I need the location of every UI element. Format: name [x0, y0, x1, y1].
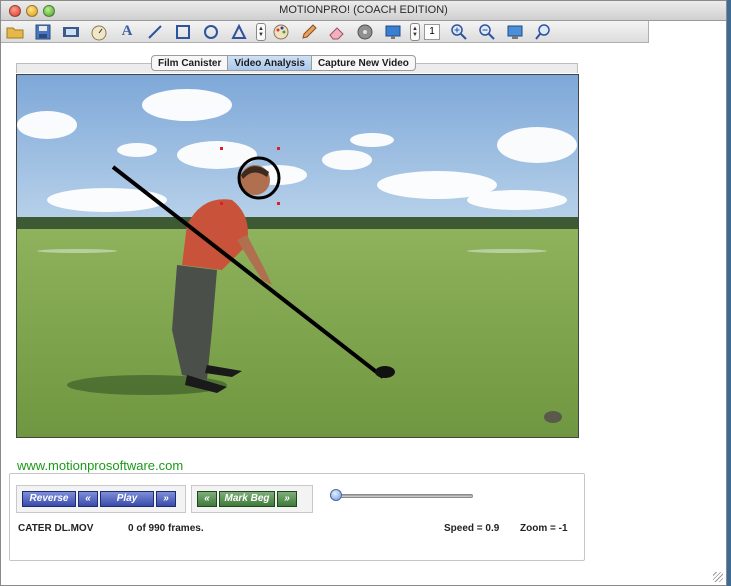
- video-frame[interactable]: [16, 74, 579, 438]
- screen-capture-icon[interactable]: [504, 22, 526, 42]
- mark-back-button[interactable]: «: [197, 491, 217, 507]
- website-link[interactable]: www.motionprosoftware.com: [17, 458, 183, 473]
- toolbar: A ▲ ▼ ▲ ▼ 1: [1, 21, 649, 43]
- monitor-icon[interactable]: [382, 22, 404, 42]
- view-tabs: Film Canister Video Analysis Capture New…: [151, 55, 416, 71]
- mark-beginning-button[interactable]: Mark Beg: [219, 491, 275, 507]
- film-strip-icon[interactable]: [60, 22, 82, 42]
- file-name: CATER DL.MOV: [18, 523, 94, 534]
- reverse-button[interactable]: Reverse: [22, 491, 76, 507]
- circle-tool-icon[interactable]: [200, 22, 222, 42]
- step-forward-button[interactable]: »: [156, 491, 176, 507]
- rectangle-tool-icon[interactable]: [172, 22, 194, 42]
- playback-button-group: Reverse « Play »: [16, 485, 186, 513]
- stopwatch-icon[interactable]: [88, 22, 110, 42]
- step-back-button[interactable]: «: [78, 491, 98, 507]
- timeline-slider-track[interactable]: [330, 494, 473, 498]
- frame-counter: 0 of 990 frames.: [128, 523, 204, 534]
- tab-film-canister[interactable]: Film Canister: [152, 56, 229, 70]
- mark-forward-button[interactable]: »: [277, 491, 297, 507]
- stepper-icon[interactable]: ▲ ▼: [410, 22, 420, 41]
- zoom-readout: Zoom = -1: [520, 523, 568, 534]
- text-tool-icon[interactable]: A: [116, 22, 138, 42]
- tab-video-analysis[interactable]: Video Analysis: [228, 56, 312, 70]
- open-folder-icon[interactable]: [4, 22, 26, 42]
- search-icon[interactable]: [532, 22, 554, 42]
- playback-controls-panel: Reverse « Play » « Mark Beg » CATER DL.M…: [9, 473, 585, 561]
- tab-capture-new-video[interactable]: Capture New Video: [312, 56, 415, 70]
- pencil-icon[interactable]: [298, 22, 320, 42]
- zoom-in-icon[interactable]: [448, 22, 470, 42]
- zoom-out-icon[interactable]: [476, 22, 498, 42]
- play-button[interactable]: Play: [100, 491, 154, 507]
- app-window: MOTIONPRO! (COACH EDITION) A ▲ ▼ ▲ ▼ 1 F…: [0, 0, 727, 586]
- frame-number-field[interactable]: 1: [424, 23, 440, 40]
- golf-swing-video-image: [17, 75, 578, 437]
- timeline-slider-thumb[interactable]: [330, 489, 342, 501]
- eraser-icon[interactable]: [326, 22, 348, 42]
- line-tool-icon[interactable]: [144, 22, 166, 42]
- title-bar: MOTIONPRO! (COACH EDITION): [1, 1, 726, 21]
- reel-icon[interactable]: [354, 22, 376, 42]
- palette-icon[interactable]: [270, 22, 292, 42]
- save-disk-icon[interactable]: [32, 22, 54, 42]
- stepper-icon[interactable]: ▲ ▼: [256, 22, 266, 41]
- resize-grip-icon[interactable]: [713, 572, 723, 582]
- triangle-tool-icon[interactable]: [228, 22, 250, 42]
- window-title: MOTIONPRO! (COACH EDITION): [279, 4, 448, 16]
- mark-button-group: « Mark Beg »: [191, 485, 313, 513]
- speed-readout: Speed = 0.9: [444, 523, 500, 534]
